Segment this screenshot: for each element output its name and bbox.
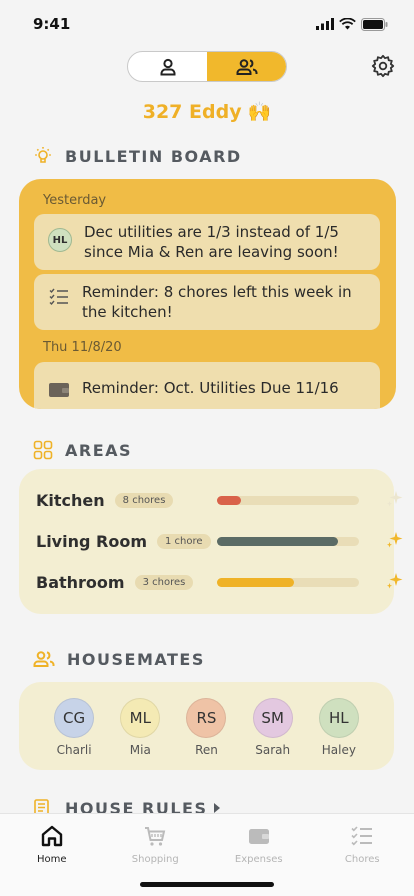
housemate[interactable]: SM Sarah	[245, 698, 301, 770]
status-time: 9:41	[33, 15, 71, 33]
author-badge: HL	[48, 228, 72, 252]
area-name: Bathroom	[36, 572, 125, 592]
housemate-name: Haley	[321, 743, 356, 757]
bulletin-note[interactable]: HL Dec utilities are 1/3 instead of 1/5 …	[34, 214, 380, 270]
tab-home[interactable]: Home	[0, 814, 104, 896]
area-progress	[217, 578, 359, 587]
progress-fill	[217, 496, 242, 505]
bulletin-date: Thu 11/8/20	[43, 340, 122, 355]
housemates-title: HOUSEMATES	[67, 649, 205, 669]
tab-label: Expenses	[234, 854, 283, 865]
chevron-right-icon	[214, 803, 221, 813]
signal-icon	[316, 18, 334, 30]
housemate[interactable]: HL Haley	[311, 698, 367, 770]
checklist-icon	[351, 826, 373, 846]
housemate[interactable]: ML Mia	[112, 698, 168, 770]
wallet-icon	[48, 380, 70, 398]
note-text: Reminder: 8 chores left this week in the…	[82, 283, 352, 321]
housemate[interactable]: CG Charli	[46, 698, 102, 770]
chore-count: 3 chores	[134, 574, 194, 590]
chore-count: 8 chores	[114, 492, 174, 508]
raised-hands-emoji: 🙌	[247, 101, 272, 123]
housemate-name: Ren	[195, 743, 218, 757]
housemate-name: Charli	[56, 743, 92, 757]
toggle-personal[interactable]	[128, 52, 207, 81]
avatar: RS	[186, 698, 227, 738]
housemate-name: Sarah	[255, 743, 291, 757]
bulletin-header: BULLETIN BOARD	[33, 146, 242, 166]
toggle-household[interactable]	[207, 52, 286, 81]
avatar: ML	[120, 698, 161, 738]
status-icons	[316, 17, 388, 31]
wifi-icon	[339, 18, 356, 30]
wallet-icon	[248, 829, 269, 844]
status-bar: 9:41	[0, 0, 414, 48]
gear-icon	[371, 54, 395, 78]
bulletin-board[interactable]: Yesterday HL Dec utilities are 1/3 inste…	[19, 179, 396, 409]
sparkle-icon[interactable]	[386, 489, 404, 507]
housemate[interactable]: RS Ren	[178, 698, 234, 770]
person-icon	[160, 58, 175, 75]
note-text: Reminder: Oct. Utilities Due 11/16	[82, 379, 339, 397]
sparkle-icon[interactable]	[386, 571, 404, 589]
progress-fill	[217, 537, 338, 546]
housemate-name: Mia	[129, 743, 151, 757]
grid-icon	[33, 440, 53, 460]
group-icon	[236, 58, 257, 75]
area-name: Living Room	[36, 531, 147, 551]
tab-label: Home	[36, 854, 67, 865]
housemates-card: CG Charli ML Mia RS Ren SM Sarah HL Hale…	[19, 682, 394, 770]
battery-icon	[361, 17, 388, 31]
area-name: Kitchen	[36, 490, 105, 510]
areas-title: AREAS	[65, 440, 133, 460]
housemates-header: HOUSEMATES	[33, 649, 205, 669]
checklist-icon	[48, 288, 70, 306]
areas-header: AREAS	[33, 440, 132, 460]
tab-label: Chores	[344, 854, 380, 865]
note-text: Dec utilities are 1/3 instead of 1/5 sin…	[84, 223, 339, 261]
tab-label: Shopping	[131, 854, 179, 865]
cart-icon	[145, 827, 166, 846]
area-row-bathroom[interactable]: Bathroom 3 chores	[36, 571, 403, 593]
progress-fill	[217, 578, 294, 587]
bulletin-title: BULLETIN BOARD	[65, 146, 242, 166]
avatar: CG	[54, 698, 95, 738]
area-row-kitchen[interactable]: Kitchen 8 chores	[36, 489, 403, 511]
area-progress	[217, 537, 359, 546]
tab-chores[interactable]: Chores	[311, 814, 414, 896]
avatar: HL	[318, 698, 359, 738]
house-title: 327 Eddy 🙌	[0, 100, 414, 124]
lightbulb-icon	[35, 147, 51, 163]
chore-count: 1 chore	[156, 533, 211, 549]
home-icon	[41, 825, 62, 847]
home-indicator	[140, 882, 274, 887]
sparkle-icon[interactable]	[386, 530, 404, 548]
bulletin-note[interactable]: Reminder: 8 chores left this week in the…	[34, 274, 380, 330]
view-toggle[interactable]	[127, 51, 287, 82]
bulletin-date: Yesterday	[43, 193, 107, 208]
avatar: SM	[252, 698, 293, 738]
settings-button[interactable]	[369, 52, 397, 80]
bulletin-note[interactable]: Reminder: Oct. Utilities Due 11/16	[34, 362, 380, 409]
area-row-living-room[interactable]: Living Room 1 chore	[36, 530, 403, 552]
area-progress	[217, 496, 359, 505]
group-icon	[33, 651, 55, 667]
areas-card: Kitchen 8 chores Living Room 1 chore Bat…	[19, 469, 403, 614]
house-name: 327 Eddy	[142, 100, 242, 123]
